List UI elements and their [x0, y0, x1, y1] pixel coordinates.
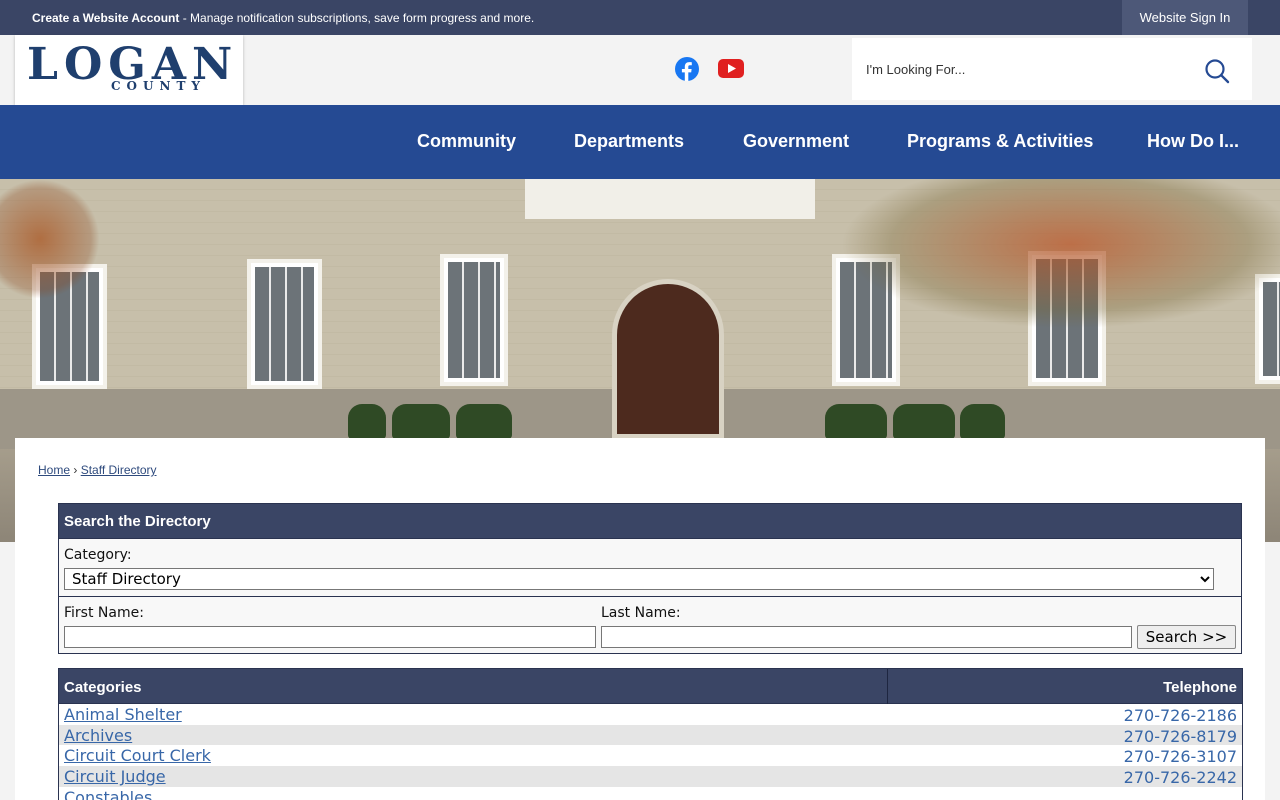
table-row: Constables — [59, 787, 1242, 800]
table-row: Animal Shelter 270-726-2186 — [59, 704, 1242, 725]
breadcrumb: Home › Staff Directory — [38, 463, 157, 477]
youtube-icon[interactable] — [718, 59, 744, 78]
window — [440, 254, 508, 386]
bush — [893, 404, 955, 439]
table-row: Circuit Court Clerk 270-726-3107 — [59, 745, 1242, 766]
header-telephone: Telephone — [1163, 679, 1237, 696]
window — [247, 259, 322, 389]
nav-departments[interactable]: Departments — [574, 131, 684, 152]
first-name-input[interactable] — [64, 626, 596, 648]
name-search-row: First Name: Last Name: Search >> — [59, 597, 1241, 653]
bush — [960, 404, 1005, 439]
table-row: Archives 270-726-8179 — [59, 724, 1242, 746]
phone-circuit-judge[interactable]: 270-726-2242 — [1124, 768, 1237, 787]
account-message-text: - Manage notification subscriptions, sav… — [179, 11, 535, 25]
tree-foliage — [840, 179, 1280, 329]
nav-programs-activities[interactable]: Programs & Activities — [907, 131, 1093, 152]
category-label: Category: — [64, 547, 132, 563]
phone-animal-shelter[interactable]: 270-726-2186 — [1124, 706, 1237, 725]
category-row: Category: Staff Directory — [59, 539, 1241, 597]
create-account-link[interactable]: Create a Website Account — [32, 11, 179, 25]
table-row: Circuit Judge 270-726-2242 — [59, 766, 1242, 787]
category-link-animal-shelter[interactable]: Animal Shelter — [64, 705, 182, 724]
main-nav: Community Departments Government Program… — [0, 105, 1280, 179]
search-button[interactable]: Search >> — [1137, 625, 1236, 649]
tree-foliage — [0, 179, 100, 299]
bush — [392, 404, 450, 439]
category-link-archives[interactable]: Archives — [64, 726, 132, 745]
header-categories: Categories — [64, 679, 142, 696]
search-input[interactable] — [866, 54, 1186, 84]
last-name-input[interactable] — [601, 626, 1132, 648]
category-select[interactable]: Staff Directory — [64, 568, 1214, 590]
directory-search-panel: Search the Directory Category: Staff Dir… — [58, 503, 1242, 654]
facebook-icon[interactable] — [675, 57, 699, 81]
logo-sub: COUNTY — [111, 79, 206, 93]
building-portico — [525, 179, 815, 219]
building-door — [612, 279, 724, 439]
header-separator — [887, 669, 888, 704]
site-search — [852, 38, 1252, 100]
categories-table: Categories Telephone Animal Shelter 270-… — [58, 668, 1243, 800]
search-panel-title: Search the Directory — [59, 504, 1241, 539]
phone-circuit-court-clerk[interactable]: 270-726-3107 — [1124, 747, 1237, 766]
nav-community[interactable]: Community — [417, 131, 516, 152]
nav-how-do-i[interactable]: How Do I... — [1147, 131, 1239, 152]
bush — [456, 404, 512, 439]
bush — [348, 404, 386, 439]
breadcrumb-home[interactable]: Home — [38, 463, 70, 477]
category-link-circuit-court-clerk[interactable]: Circuit Court Clerk — [64, 746, 211, 765]
phone-archives[interactable]: 270-726-8179 — [1124, 727, 1237, 746]
logan-county-logo[interactable]: LOGAN COUNTY — [15, 35, 243, 105]
nav-government[interactable]: Government — [743, 131, 849, 152]
bush — [825, 404, 887, 439]
main-content: Home › Staff Directory Search the Direct… — [15, 438, 1265, 800]
site-header: LOGAN COUNTY — [0, 35, 1280, 105]
first-name-label: First Name: — [64, 605, 144, 621]
search-icon[interactable] — [1204, 58, 1230, 84]
website-sign-in-button[interactable]: Website Sign In — [1122, 0, 1248, 35]
categories-table-body: Animal Shelter 270-726-2186 Archives 270… — [59, 704, 1242, 800]
category-link-constables[interactable]: Constables — [64, 788, 152, 800]
category-link-circuit-judge[interactable]: Circuit Judge — [64, 767, 166, 786]
last-name-label: Last Name: — [601, 605, 681, 621]
categories-table-header: Categories Telephone — [59, 669, 1242, 704]
top-bar: Create a Website Account - Manage notifi… — [0, 0, 1280, 35]
account-message: Create a Website Account - Manage notifi… — [32, 11, 534, 25]
breadcrumb-separator: › — [73, 463, 78, 477]
breadcrumb-staff-directory[interactable]: Staff Directory — [81, 463, 157, 477]
